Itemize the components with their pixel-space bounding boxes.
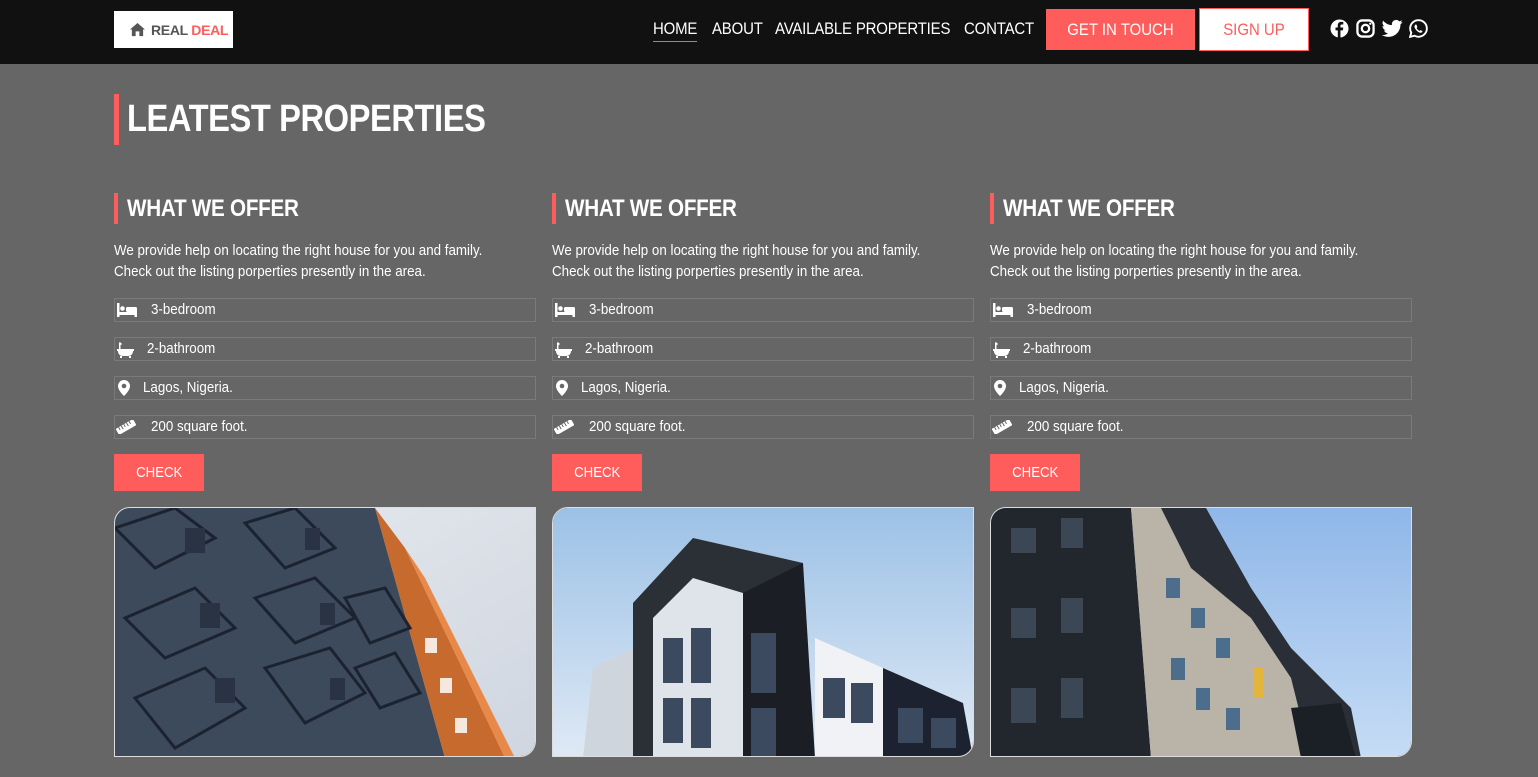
ruler-icon	[116, 420, 136, 434]
card-title-text: WHAT WE OFFER	[565, 194, 737, 222]
feature-label: 2-bathroom	[585, 340, 654, 357]
sign-up-label: SIGN UP	[1223, 19, 1285, 39]
whatsapp-icon[interactable]	[1409, 19, 1428, 38]
feature-label: 3-bedroom	[151, 301, 216, 318]
feature-label: Lagos, Nigeria.	[143, 379, 233, 396]
map-marker-icon	[118, 380, 130, 396]
check-button-label: CHECK	[573, 464, 621, 481]
property-photo	[552, 507, 974, 757]
feature-bedroom: 3-bedroom	[114, 298, 536, 322]
property-photo	[114, 507, 536, 757]
property-card: WHAT WE OFFER We provide help on locatin…	[114, 193, 536, 757]
card-description: We provide help on locating the right ho…	[552, 242, 921, 280]
nav-link-home[interactable]: HOME	[653, 19, 698, 42]
card-description: We provide help on locating the right ho…	[990, 242, 1359, 280]
feature-label: 200 square foot.	[151, 418, 248, 435]
feature-bedroom: 3-bedroom	[552, 298, 974, 322]
bed-icon	[117, 303, 137, 317]
facebook-icon[interactable]	[1330, 19, 1349, 38]
feature-label: 2-bathroom	[147, 340, 216, 357]
logo[interactable]: REAL DEAL	[114, 11, 233, 48]
ruler-icon	[992, 420, 1012, 434]
instagram-icon[interactable]	[1356, 19, 1375, 38]
feature-bathroom: 2-bathroom	[990, 337, 1412, 361]
card-title-text: WHAT WE OFFER	[127, 194, 299, 222]
bed-icon	[555, 303, 575, 317]
bath-icon	[555, 342, 572, 358]
check-button[interactable]: CHECK	[114, 454, 204, 491]
feature-label: Lagos, Nigeria.	[581, 379, 671, 396]
map-marker-icon	[556, 380, 568, 396]
feature-label: 200 square foot.	[589, 418, 686, 435]
feature-label: 3-bedroom	[1027, 301, 1092, 318]
bath-icon	[117, 342, 134, 358]
feature-label: 2-bathroom	[1023, 340, 1092, 357]
feature-bathroom: 2-bathroom	[114, 337, 536, 361]
card-title: WHAT WE OFFER	[990, 193, 1412, 224]
feature-area: 200 square foot.	[114, 415, 536, 439]
check-button-label: CHECK	[1011, 464, 1059, 481]
ruler-icon	[554, 420, 574, 434]
card-description: We provide help on locating the right ho…	[114, 242, 483, 280]
home-icon	[130, 22, 145, 37]
check-button[interactable]: CHECK	[990, 454, 1080, 491]
nav-link-available-properties[interactable]: AVAILABLE PROPERTIES	[775, 19, 950, 39]
nav-link-about[interactable]: ABOUT	[712, 19, 763, 39]
feature-location: Lagos, Nigeria.	[990, 376, 1412, 400]
feature-area: 200 square foot.	[552, 415, 974, 439]
card-title: WHAT WE OFFER	[114, 193, 536, 224]
card-title-text: WHAT WE OFFER	[1003, 194, 1175, 222]
logo-text-deal: DEAL	[191, 21, 229, 38]
property-card: WHAT WE OFFER We provide help on locatin…	[552, 193, 974, 757]
check-button-label: CHECK	[135, 464, 183, 481]
sign-up-button[interactable]: SIGN UP	[1199, 8, 1309, 51]
map-marker-icon	[994, 380, 1006, 396]
feature-location: Lagos, Nigeria.	[552, 376, 974, 400]
twitter-icon[interactable]	[1382, 19, 1403, 38]
logo-text-real: REAL	[151, 21, 188, 38]
feature-location: Lagos, Nigeria.	[114, 376, 536, 400]
page-title: LEATEST PROPERTIES	[114, 94, 544, 145]
card-title: WHAT WE OFFER	[552, 193, 974, 224]
navbar: REAL DEAL HOME ABOUT AVAILABLE PROPERTIE…	[0, 0, 1538, 64]
check-button[interactable]: CHECK	[552, 454, 642, 491]
feature-bathroom: 2-bathroom	[552, 337, 974, 361]
property-photo	[990, 507, 1412, 757]
nav-link-contact[interactable]: CONTACT	[964, 19, 1034, 39]
property-card: WHAT WE OFFER We provide help on locatin…	[990, 193, 1412, 757]
page-title-text: LEATEST PROPERTIES	[127, 98, 486, 140]
get-in-touch-button[interactable]: GET IN TOUCH	[1046, 9, 1195, 50]
feature-bedroom: 3-bedroom	[990, 298, 1412, 322]
feature-label: 3-bedroom	[589, 301, 654, 318]
get-in-touch-label: GET IN TOUCH	[1067, 19, 1174, 39]
feature-label: 200 square foot.	[1027, 418, 1124, 435]
feature-area: 200 square foot.	[990, 415, 1412, 439]
bed-icon	[993, 303, 1013, 317]
feature-label: Lagos, Nigeria.	[1019, 379, 1109, 396]
bath-icon	[993, 342, 1010, 358]
